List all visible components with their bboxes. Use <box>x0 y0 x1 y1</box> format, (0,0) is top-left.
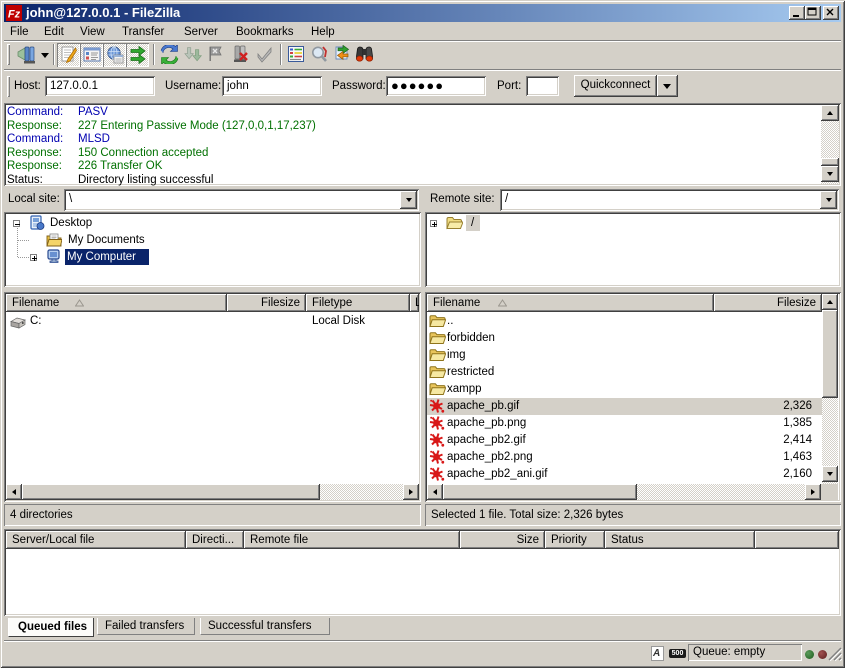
svg-text:Fz: Fz <box>8 9 21 21</box>
